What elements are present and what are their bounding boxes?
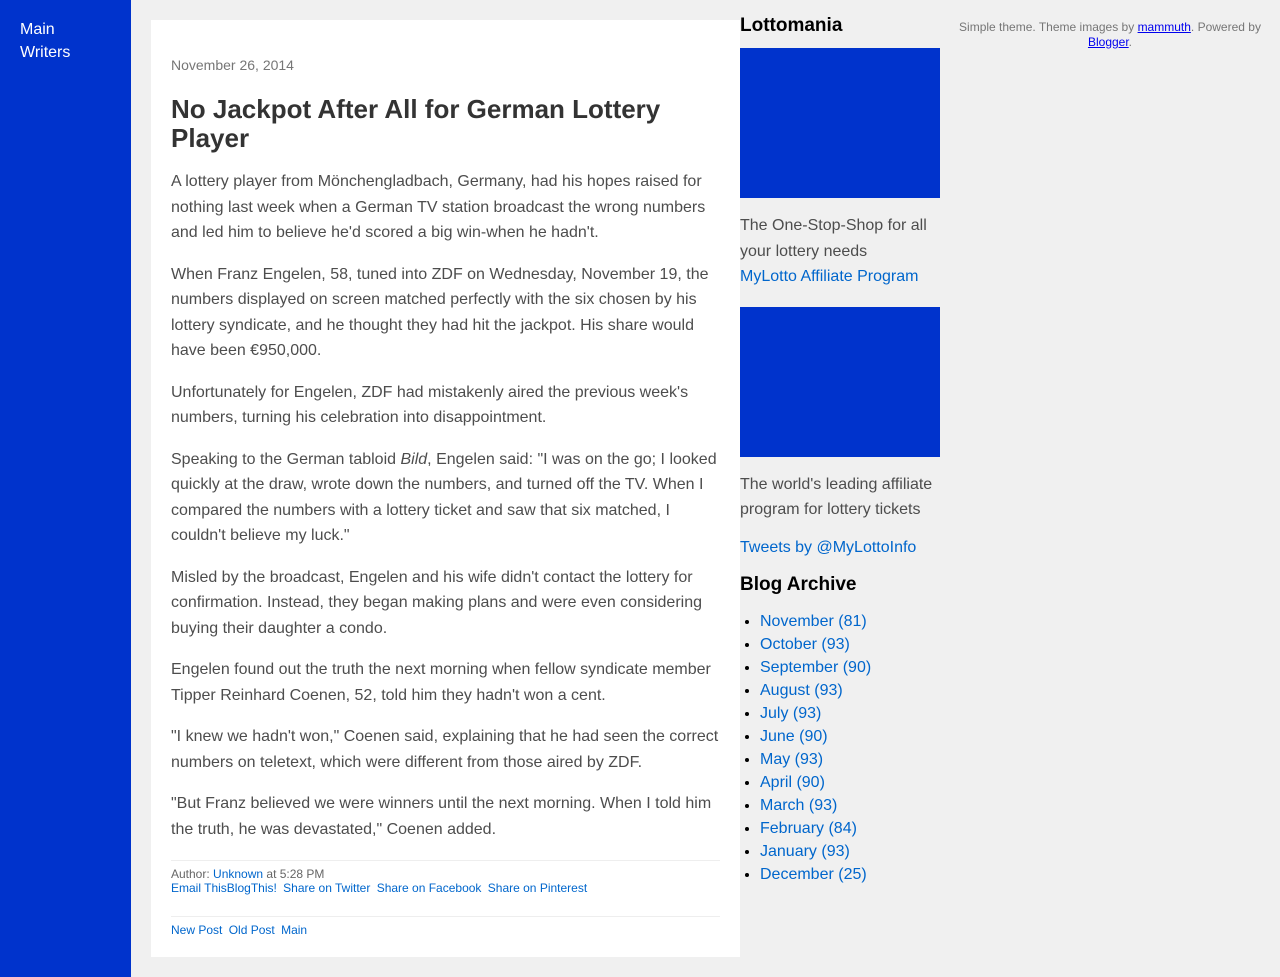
publication-name: Bild	[400, 450, 428, 468]
banner-image-two[interactable]	[740, 306, 940, 457]
archive-item: August (93)	[760, 679, 940, 702]
share-twitter-link[interactable]: Share on Twitter	[283, 881, 370, 895]
post-paragraph: "But Franz believed we were winners unti…	[171, 795, 712, 838]
affiliate-program-link[interactable]: MyLotto Affiliate Program	[740, 264, 940, 290]
post-paragraph: Engelen found out the truth the next mor…	[171, 661, 711, 704]
post-paragraph: Misled by the broadcast, Engelen and his…	[171, 568, 702, 637]
post-paragraph: A lottery player from Mönchengladbach, G…	[171, 173, 706, 241]
archive-month-link[interactable]: August (93)	[760, 682, 843, 699]
archive-month-link[interactable]: October (93)	[760, 636, 850, 653]
newer-post-link[interactable]: New Post	[171, 923, 222, 937]
blogthis-link[interactable]: BlogThis!	[227, 881, 277, 895]
author-label: Author:	[171, 867, 214, 881]
post-paragraph: Speaking to the German tabloid Bild, Eng…	[171, 447, 721, 549]
nav-link-main[interactable]: Main	[20, 18, 111, 41]
theme-attribution: Simple theme. Theme images by mammuth. P…	[940, 20, 1280, 50]
archive-item: April (90)	[760, 771, 940, 794]
blog-archive-list: November (81) October (93) September (90…	[760, 610, 940, 886]
home-link[interactable]: Main	[281, 923, 307, 937]
email-this-link[interactable]: Email This	[171, 881, 227, 895]
attribution-text: Simple theme. Theme images by	[959, 20, 1138, 34]
post-date: November 26, 2014	[171, 57, 294, 73]
archive-item: June (90)	[760, 725, 940, 748]
post-pager: New Post Old Post Main	[171, 916, 720, 937]
archive-item: September (90)	[760, 656, 940, 679]
banner-one-caption: The One-Stop-Shop for all your lottery n…	[740, 217, 927, 260]
post-body: A lottery player from Mönchengladbach, G…	[171, 169, 721, 858]
post-paragraph: When Franz Engelen, 58, tuned into ZDF o…	[171, 265, 709, 360]
archive-month-link[interactable]: June (90)	[760, 728, 828, 745]
archive-month-link[interactable]: April (90)	[760, 774, 825, 791]
author-link[interactable]: Unknown	[213, 867, 263, 881]
tweets-link[interactable]: Tweets by @MyLottoInfo	[740, 535, 940, 561]
nav-sidebar: Main Writers	[0, 0, 131, 977]
blogger-link[interactable]: Blogger	[1088, 35, 1129, 49]
blog-archive-title: Blog Archive	[740, 574, 857, 595]
archive-month-link[interactable]: January (93)	[760, 843, 850, 860]
paragraph-text: Speaking to the German tabloid	[171, 450, 401, 468]
archive-item: February (84)	[760, 817, 940, 840]
share-pinterest-link[interactable]: Share on Pinterest	[488, 881, 587, 895]
post-paragraph: Unfortunately for Engelen, ZDF had mista…	[171, 383, 689, 427]
share-facebook-link[interactable]: Share on Facebook	[377, 881, 482, 895]
archive-month-link[interactable]: March (93)	[760, 797, 837, 814]
sidebar-title: Lottomania	[740, 15, 843, 36]
post-card: November 26, 2014 No Jackpot After All f…	[151, 20, 740, 957]
archive-month-link[interactable]: May (93)	[760, 751, 823, 768]
archive-month-link[interactable]: December (25)	[760, 866, 867, 883]
post-time: at 5:28 PM	[263, 867, 325, 881]
theme-author-link[interactable]: mammuth	[1138, 20, 1191, 34]
post-title: No Jackpot After All for German Lottery …	[171, 94, 661, 153]
older-post-link[interactable]: Old Post	[229, 923, 275, 937]
archive-item: July (93)	[760, 702, 940, 725]
banner-two-caption: The world's leading affiliate program fo…	[740, 475, 933, 519]
archive-item: October (93)	[760, 633, 940, 656]
archive-item: January (93)	[760, 840, 940, 863]
post-meta: Author: Unknown at 5:28 PM	[171, 867, 720, 881]
archive-item: May (93)	[760, 748, 940, 771]
attribution-text: . Powered by	[1190, 20, 1261, 34]
share-buttons: Email ThisBlogThis! Share on Twitter Sha…	[171, 881, 720, 895]
archive-month-link[interactable]: February (84)	[760, 820, 857, 837]
archive-month-link[interactable]: July (93)	[760, 705, 821, 722]
attribution-text: .	[1128, 35, 1133, 49]
nav-link-writers[interactable]: Writers	[20, 41, 111, 64]
post-footer: Author: Unknown at 5:28 PM Email ThisBlo…	[171, 860, 720, 895]
archive-month-link[interactable]: November (81)	[760, 613, 867, 630]
archive-item: November (81)	[760, 610, 940, 633]
archive-item: March (93)	[760, 794, 940, 817]
banner-image-one[interactable]	[740, 48, 940, 198]
archive-month-link[interactable]: September (90)	[760, 659, 871, 676]
right-sidebar: Lottomania The One-Stop-Shop for all you…	[740, 15, 940, 886]
archive-item: December (25)	[760, 863, 940, 886]
post-paragraph: "I knew we hadn't won," Coenen said, exp…	[171, 728, 719, 771]
